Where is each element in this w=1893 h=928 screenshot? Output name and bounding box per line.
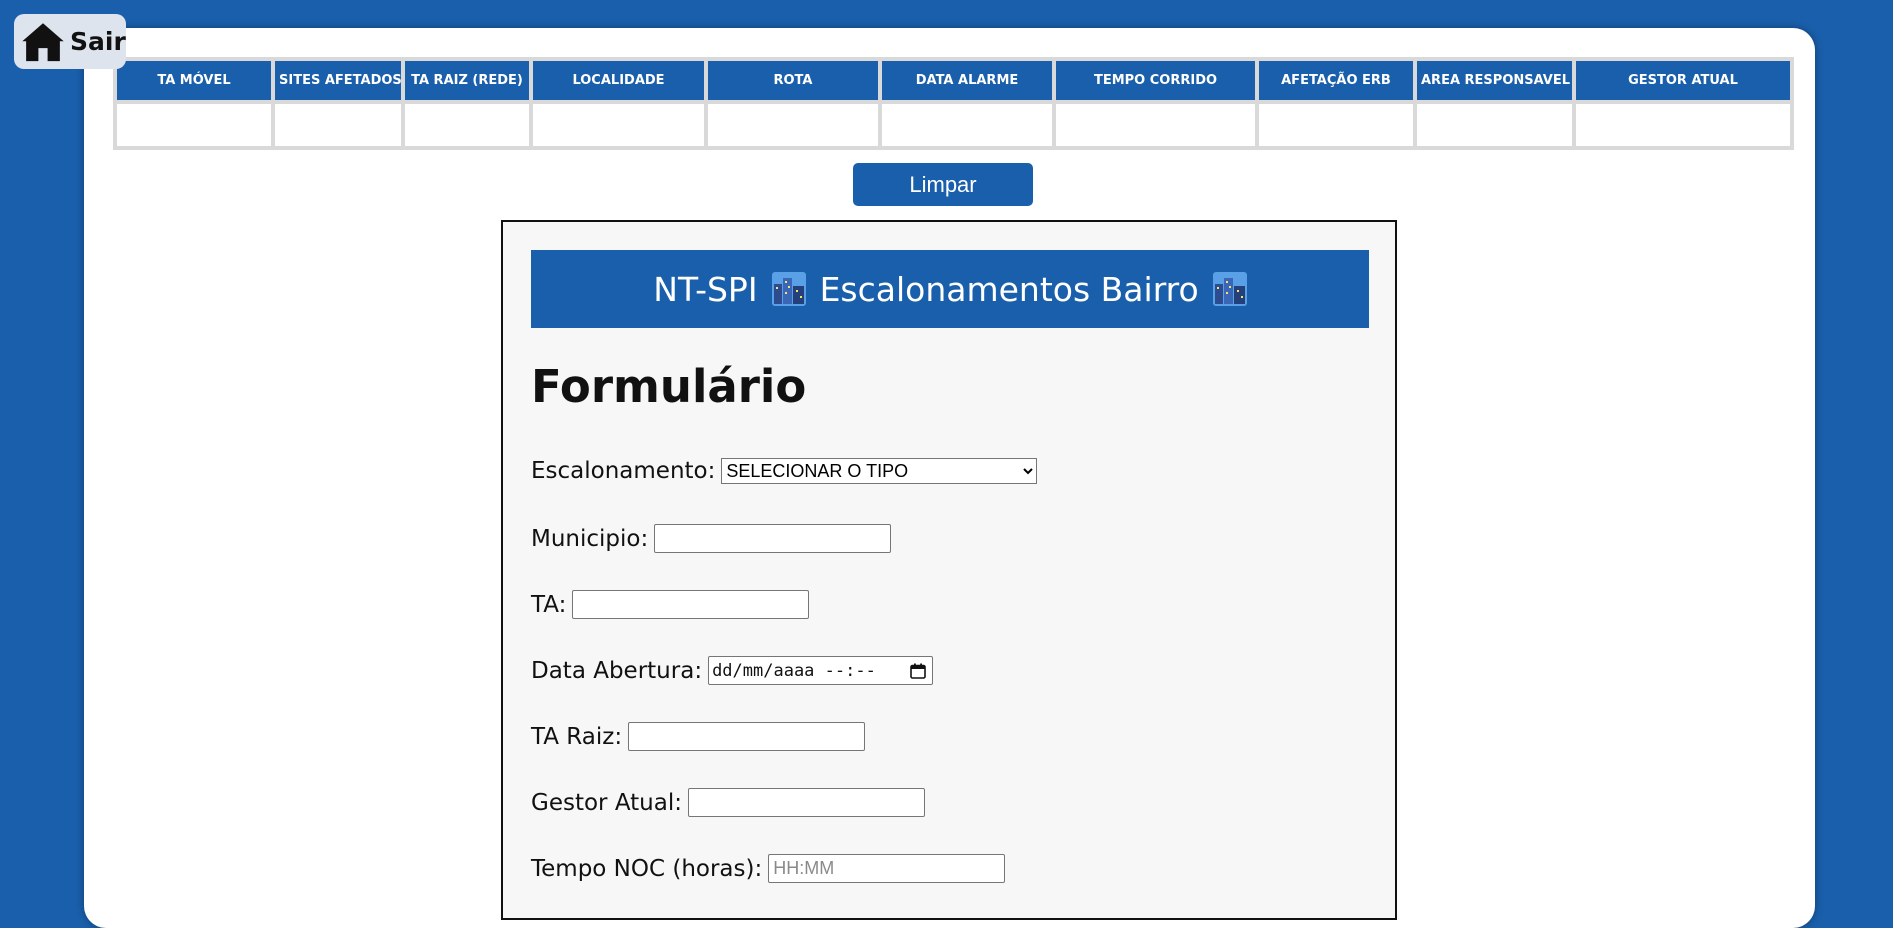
home-button-label: Sair <box>70 27 126 56</box>
municipio-label: Municipio: <box>531 525 649 552</box>
tempo-noc-input[interactable] <box>768 854 1006 883</box>
municipio-field: Municipio: <box>531 524 892 553</box>
gestor-atual-input[interactable] <box>687 788 925 817</box>
table-cell <box>1417 104 1572 146</box>
data-abertura-field: Data Abertura: dd/mm/aaaa --:-- <box>531 656 934 685</box>
column-header-rota[interactable]: ROTA <box>708 61 878 100</box>
column-header-sites-afetados[interactable]: SITES AFETADOS <box>275 61 402 100</box>
cityscape-icon <box>1212 272 1247 306</box>
gestor-atual-label: Gestor Atual: <box>531 789 682 816</box>
form-header-subtitle: Escalonamentos Bairro <box>819 269 1199 309</box>
escalonamento-select[interactable]: SELECIONAR O TIPO <box>721 458 1038 484</box>
municipio-input[interactable] <box>654 524 892 553</box>
data-abertura-label: Data Abertura: <box>531 657 703 684</box>
form-container: NT-SPI Escalonamentos Bairro Formulário … <box>501 220 1397 920</box>
form-title: Formulário <box>531 360 807 413</box>
table-cell <box>117 104 271 146</box>
table-cell <box>275 104 401 146</box>
form-header-banner: NT-SPI Escalonamentos Bairro <box>531 250 1369 328</box>
ta-raiz-field: TA Raiz: <box>531 722 866 751</box>
ta-label: TA: <box>531 591 567 618</box>
ta-input[interactable] <box>572 590 810 619</box>
table-cell <box>1576 104 1790 146</box>
table-cell <box>882 104 1052 146</box>
home-icon <box>22 22 64 61</box>
ta-raiz-input[interactable] <box>628 722 866 751</box>
escalonamento-field: Escalonamento: SELECIONAR O TIPO <box>531 458 1038 484</box>
data-abertura-input[interactable]: dd/mm/aaaa --:-- <box>708 656 934 685</box>
column-header-localidade[interactable]: LOCALIDADE <box>533 61 704 100</box>
form-header-title: NT-SPI <box>653 269 758 309</box>
table-cell <box>533 104 704 146</box>
column-header-gestor-atual[interactable]: GESTOR ATUAL <box>1576 61 1790 100</box>
tempo-noc-field: Tempo NOC (horas): <box>531 854 1006 883</box>
clear-button[interactable]: Limpar <box>853 163 1033 206</box>
ta-raiz-label: TA Raiz: <box>531 723 623 750</box>
table-row[interactable] <box>117 104 1790 146</box>
data-abertura-value: dd/mm/aaaa --:-- <box>712 660 876 681</box>
table-cell <box>1259 104 1413 146</box>
column-header-ta-movel[interactable]: TA MÓVEL <box>117 61 271 100</box>
table-cell <box>708 104 878 146</box>
column-header-afetacao-erb[interactable]: AFETAÇÃO ERB <box>1259 61 1413 100</box>
home-button[interactable]: Sair <box>14 14 126 69</box>
column-header-data-alarme[interactable]: DATA ALARME <box>882 61 1052 100</box>
table-cell <box>1056 104 1255 146</box>
calendar-icon[interactable] <box>910 663 926 679</box>
gestor-atual-field: Gestor Atual: <box>531 788 925 817</box>
tempo-noc-label: Tempo NOC (horas): <box>531 855 763 882</box>
ta-field: TA: <box>531 590 810 619</box>
alarms-table: TA MÓVEL SITES AFETADOS TA RAIZ (REDE) L… <box>113 57 1794 150</box>
escalonamento-label: Escalonamento: <box>531 458 716 484</box>
cityscape-icon <box>771 272 806 306</box>
column-header-ta-raiz[interactable]: TA RAIZ (REDE) <box>405 61 529 100</box>
table-cell <box>405 104 529 146</box>
table-header-row: TA MÓVEL SITES AFETADOS TA RAIZ (REDE) L… <box>117 61 1790 100</box>
column-header-area-responsavel[interactable]: AREA RESPONSAVEL <box>1417 61 1572 100</box>
column-header-tempo-corrido[interactable]: TEMPO CORRIDO <box>1056 61 1255 100</box>
